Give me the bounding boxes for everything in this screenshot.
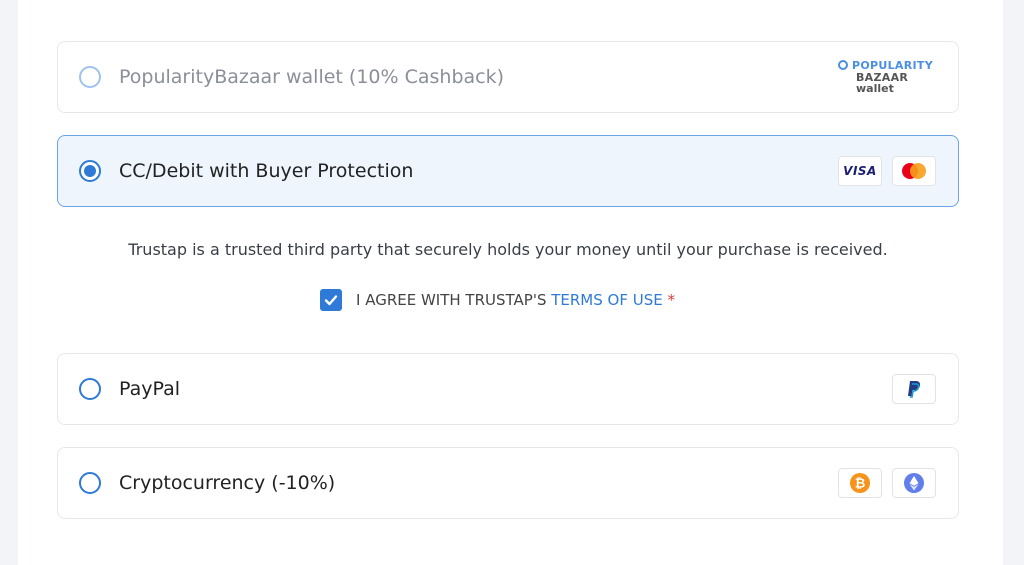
trustap-info: Trustap is a trusted third party that se… [128, 240, 888, 259]
required-mark: * [662, 291, 675, 309]
logo-circle-icon [838, 60, 848, 70]
agree-checkbox[interactable] [320, 289, 342, 311]
wallet-radio[interactable] [79, 66, 101, 88]
logo-line-3: wallet [856, 82, 894, 95]
card-badges: VISA [838, 156, 936, 186]
crypto-label: Cryptocurrency (-10%) [119, 472, 336, 494]
card-label: CC/Debit with Buyer Protection [119, 160, 414, 182]
payment-option-card[interactable]: CC/Debit with Buyer Protection VISA [57, 135, 959, 207]
popularity-bazaar-logo: POPULARITY BAZAAR wallet [838, 59, 936, 95]
crypto-badges: ₿ [838, 468, 936, 498]
svg-text:₿: ₿ [855, 477, 866, 492]
crypto-radio[interactable] [79, 472, 101, 494]
visa-text: VISA [843, 164, 877, 178]
bitcoin-icon: ₿ [838, 468, 882, 498]
agree-text: I AGREE WITH TRUSTAP'S TERMS OF USE * [356, 291, 675, 309]
card-radio[interactable] [79, 160, 101, 182]
visa-icon: VISA [838, 156, 882, 186]
wallet-label: PopularityBazaar wallet (10% Cashback) [119, 66, 505, 88]
paypal-icon [892, 374, 936, 404]
paypal-label: PayPal [119, 378, 181, 400]
payment-option-crypto[interactable]: Cryptocurrency (-10%) ₿ [57, 447, 959, 519]
ethereum-icon [892, 468, 936, 498]
terms-of-use-link[interactable]: TERMS OF USE [551, 291, 662, 309]
paypal-badges [892, 374, 936, 404]
agree-row: I AGREE WITH TRUSTAP'S TERMS OF USE * [320, 288, 675, 312]
agree-prefix: I AGREE WITH TRUSTAP'S [356, 291, 552, 309]
check-icon [324, 295, 338, 306]
paypal-radio[interactable] [79, 378, 101, 400]
payment-option-wallet[interactable]: PopularityBazaar wallet (10% Cashback) P… [57, 41, 959, 113]
mastercard-icon [892, 156, 936, 186]
payment-option-paypal[interactable]: PayPal [57, 353, 959, 425]
